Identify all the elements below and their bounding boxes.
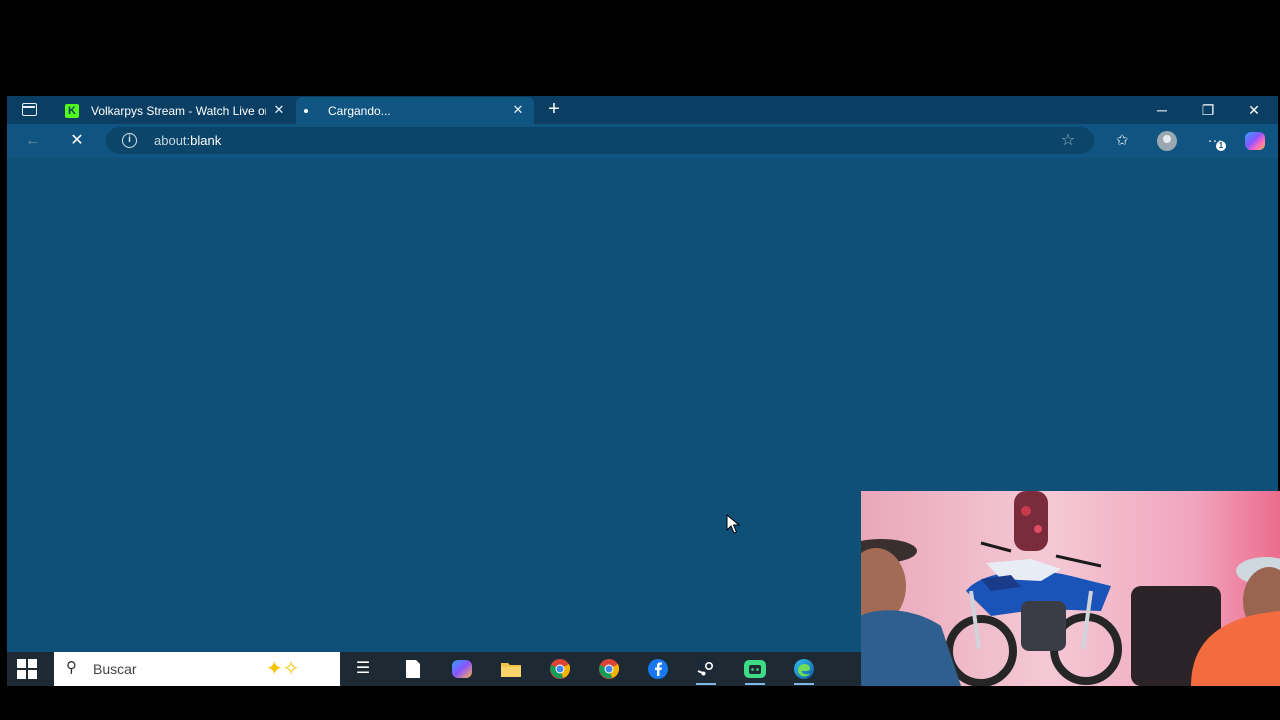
notepad-icon[interactable] [400,657,426,681]
search-placeholder: Buscar [93,661,137,677]
url-prefix: about: [154,133,191,148]
settings-menu-button[interactable]: ··· 1 [1204,131,1226,153]
copilot-icon[interactable] [449,657,475,681]
back-button[interactable]: ← [23,131,43,151]
url-text[interactable]: about:blank [154,133,221,148]
sidebar-toggle-icon[interactable] [22,103,37,116]
tab-kick-stream[interactable]: K Volkarpys Stream - Watch Live on ✕ [57,97,295,124]
copilot-icon[interactable] [1244,131,1266,153]
facebook-icon[interactable] [645,657,671,681]
edge-icon[interactable] [791,657,817,685]
screen: K Volkarpys Stream - Watch Live on ✕ Car… [0,0,1280,720]
sparkle-icon: ✦✧ [266,658,300,680]
chrome-icon[interactable] [547,657,573,681]
close-tab-icon[interactable]: ✕ [510,102,526,118]
chrome-alt-icon[interactable] [596,657,622,681]
avatar-icon [1157,131,1177,151]
steam-icon[interactable] [693,657,719,685]
close-tab-icon[interactable]: ✕ [271,102,287,118]
favorites-icon[interactable]: ✩ [1111,131,1133,153]
tab-loading[interactable]: Cargando... ✕ [296,97,534,124]
game-app-icon[interactable] [742,657,768,685]
task-view-icon[interactable]: ☰ [350,657,376,681]
add-favorite-star-icon[interactable]: ☆ [1058,131,1078,151]
search-icon: ⚲ [66,659,77,676]
file-explorer-icon[interactable] [498,657,524,681]
address-bar[interactable]: i about:blank ☆ [106,127,1094,154]
profile-avatar[interactable] [1156,131,1178,153]
webcam-overlay [861,491,1280,686]
restore-button[interactable]: ❐ [1193,100,1223,120]
tab-title: Cargando... [328,103,391,118]
windows-taskbar: ⚲ Buscar ✦✧ ☰ [7,652,861,686]
browser-toolbar: ← ✕ i about:blank ☆ ✩ ··· 1 [7,124,1278,158]
start-button[interactable] [17,659,37,679]
tab-title: Volkarpys Stream - Watch Live on [91,103,266,118]
url-host: blank [190,133,222,148]
kick-icon: K [65,103,79,118]
new-tab-button[interactable]: + [544,99,564,119]
info-icon[interactable]: i [122,133,137,148]
tab-bar: K Volkarpys Stream - Watch Live on ✕ Car… [7,96,1278,124]
taskbar-search[interactable]: ⚲ Buscar ✦✧ [54,652,340,686]
loading-dot-icon [304,108,308,113]
mouse-cursor-icon [726,514,740,534]
notification-badge: 1 [1216,141,1226,151]
stop-loading-button[interactable]: ✕ [67,131,87,151]
copilot-logo [1245,132,1265,150]
close-window-button[interactable]: ✕ [1239,100,1269,120]
minimize-button[interactable]: ─ [1147,100,1177,120]
